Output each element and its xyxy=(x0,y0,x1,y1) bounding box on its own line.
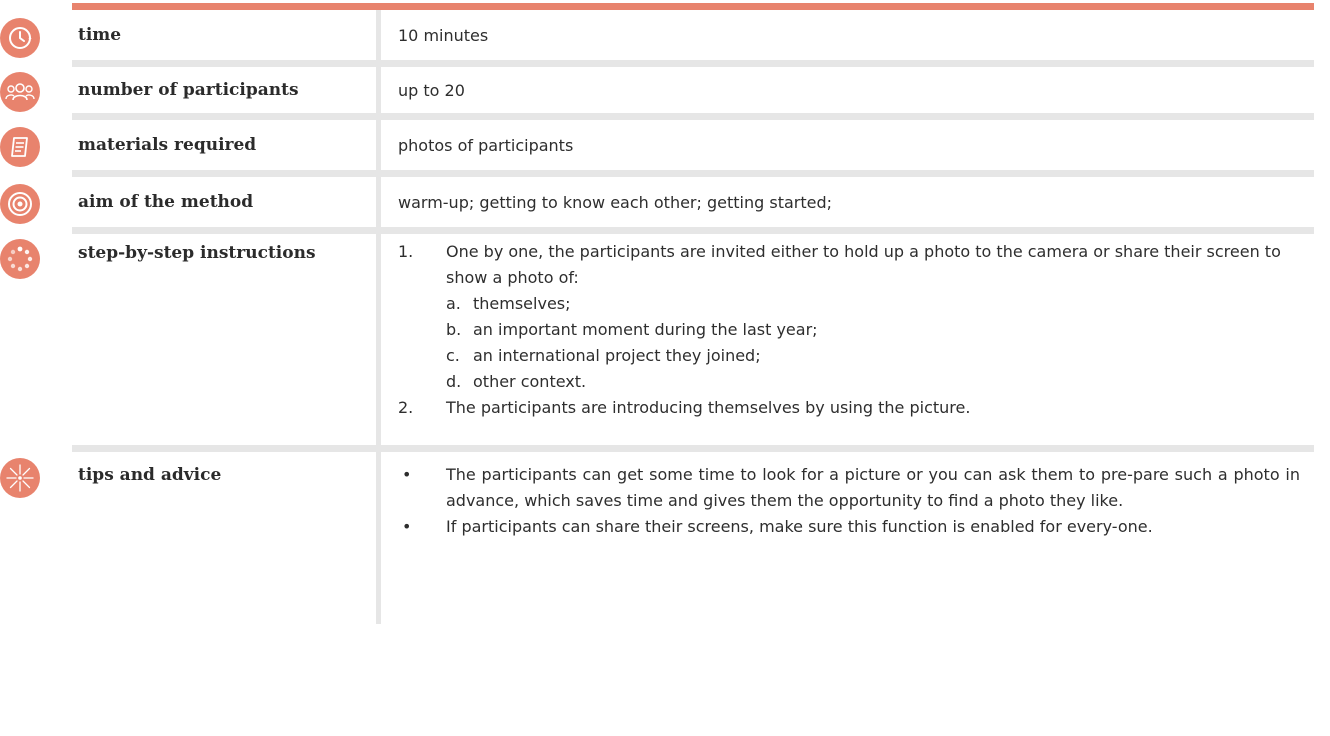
row-aim: aim of the method warm-up; getting to kn… xyxy=(0,177,1314,234)
row-value: photos of participants xyxy=(398,135,574,155)
step-text: One by one, the participants are invited… xyxy=(446,242,1281,287)
tip-bullet: • xyxy=(402,517,412,536)
substep-text: an important moment during the last year… xyxy=(473,320,818,339)
tip-text: If participants can share their screens,… xyxy=(446,517,1153,536)
tip-item: • The participants can get some time to … xyxy=(398,462,1300,514)
clock-icon xyxy=(0,18,40,58)
substep-letter: a. xyxy=(446,294,461,313)
substep-item: c. an international project they joined; xyxy=(398,343,1300,369)
tip-item: • If participants can share their screen… xyxy=(398,514,1300,540)
top-rule xyxy=(72,3,1314,10)
row-steps: step-by-step instructions 1. One by one,… xyxy=(0,234,1314,452)
tip-text: The participants can get some time to lo… xyxy=(446,465,1300,510)
tip-bullet: • xyxy=(402,465,412,484)
row-value: warm-up; getting to know each other; get… xyxy=(398,192,833,212)
steps-content: 1. One by one, the participants are invi… xyxy=(381,234,1314,445)
row-label: tips and advice xyxy=(72,452,381,624)
substep-item: b. an important moment during the last y… xyxy=(398,317,1300,343)
row-label: time xyxy=(72,10,381,60)
substep-text: other context. xyxy=(473,372,587,391)
row-label: number of participants xyxy=(72,67,381,113)
method-table: time 10 minutes number of participants u… xyxy=(0,10,1314,624)
substep-letter: b. xyxy=(446,320,462,339)
row-time: time 10 minutes xyxy=(0,10,1314,67)
row-value: up to 20 xyxy=(398,80,465,100)
spark-icon xyxy=(0,458,40,498)
row-label: materials required xyxy=(72,120,381,170)
row-participants: number of participants up to 20 xyxy=(0,67,1314,120)
tips-content: • The participants can get some time to … xyxy=(381,452,1314,624)
row-label: step-by-step instructions xyxy=(72,234,381,445)
target-icon xyxy=(0,184,40,224)
step-item: 1. One by one, the participants are invi… xyxy=(398,239,1300,291)
step-text: The participants are introducing themsel… xyxy=(446,398,971,417)
row-materials: materials required photos of participant… xyxy=(0,120,1314,177)
substep-letter: c. xyxy=(446,346,460,365)
substep-letter: d. xyxy=(446,372,462,391)
step-item: 2. The participants are introducing them… xyxy=(398,395,1300,421)
row-label: aim of the method xyxy=(72,177,381,227)
substep-text: themselves; xyxy=(473,294,571,313)
substep-text: an international project they joined; xyxy=(473,346,761,365)
participants-icon xyxy=(0,72,40,112)
steps-icon xyxy=(0,239,40,279)
substep-item: d. other context. xyxy=(398,369,1300,395)
row-value: 10 minutes xyxy=(398,25,489,45)
step-number: 2. xyxy=(398,398,414,417)
step-number: 1. xyxy=(398,242,414,261)
document-icon xyxy=(0,127,40,167)
row-tips: tips and advice • The participants can g… xyxy=(0,452,1314,624)
substep-item: a. themselves; xyxy=(398,291,1300,317)
